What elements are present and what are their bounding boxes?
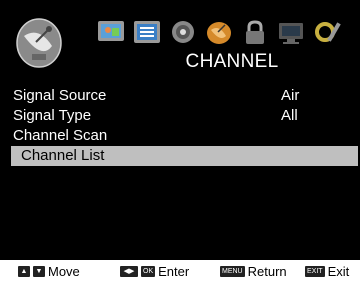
- legend-return-label: Return: [247, 264, 287, 279]
- left-right-arrow-icon: ◀▶: [120, 266, 138, 277]
- menu-item-signal-type[interactable]: Signal Type All: [0, 106, 360, 126]
- legend-enter: ◀▶ OK Enter: [120, 264, 189, 279]
- menu-item-label: Signal Type: [13, 107, 92, 124]
- menu-item-signal-source[interactable]: Signal Source Air: [0, 86, 360, 106]
- legend-move: ▲ ▼ Move: [18, 264, 80, 279]
- channel-menu: Signal Source Air Signal Type All Channe…: [0, 86, 360, 166]
- satellite-dish-logo-icon: [14, 16, 64, 70]
- list-icon[interactable]: [132, 18, 162, 46]
- menu-item-value: Air: [281, 87, 300, 104]
- osd-menu-frame: CHANNEL Signal Source Air Signal Type Al…: [0, 0, 360, 260]
- menu-tabs: [96, 16, 354, 52]
- menu-key-icon: MENU: [220, 266, 245, 277]
- legend-move-label: Move: [48, 264, 80, 279]
- menu-item-channel-scan[interactable]: Channel Scan: [0, 126, 360, 146]
- menu-item-value: All: [281, 107, 298, 124]
- down-arrow-icon: ▼: [33, 266, 45, 277]
- legend-exit-label: Exit: [327, 264, 350, 279]
- up-arrow-icon: ▲: [18, 266, 30, 277]
- page-title: CHANNEL: [185, 51, 279, 72]
- key-legend: ▲ ▼ Move ◀▶ OK Enter MENU Return EXIT Ex…: [0, 262, 360, 283]
- menu-item-label: Signal Source: [13, 87, 107, 104]
- ok-key-icon: OK: [141, 266, 156, 277]
- legend-return: MENU Return: [220, 264, 287, 279]
- picture-icon[interactable]: [96, 18, 126, 46]
- pc-icon[interactable]: [276, 18, 306, 46]
- exit-key-icon: EXIT: [305, 266, 325, 277]
- setup-icon[interactable]: [312, 18, 342, 46]
- lock-icon[interactable]: [240, 18, 270, 46]
- sound-icon[interactable]: [168, 18, 198, 46]
- legend-exit: EXIT Exit: [305, 264, 349, 279]
- legend-enter-label: Enter: [158, 264, 190, 279]
- menu-item-label: Channel Scan: [13, 127, 108, 144]
- menu-item-label: Channel List: [21, 147, 105, 164]
- channel-satellite-icon[interactable]: [201, 16, 235, 48]
- menu-item-channel-list[interactable]: Channel List: [11, 146, 358, 166]
